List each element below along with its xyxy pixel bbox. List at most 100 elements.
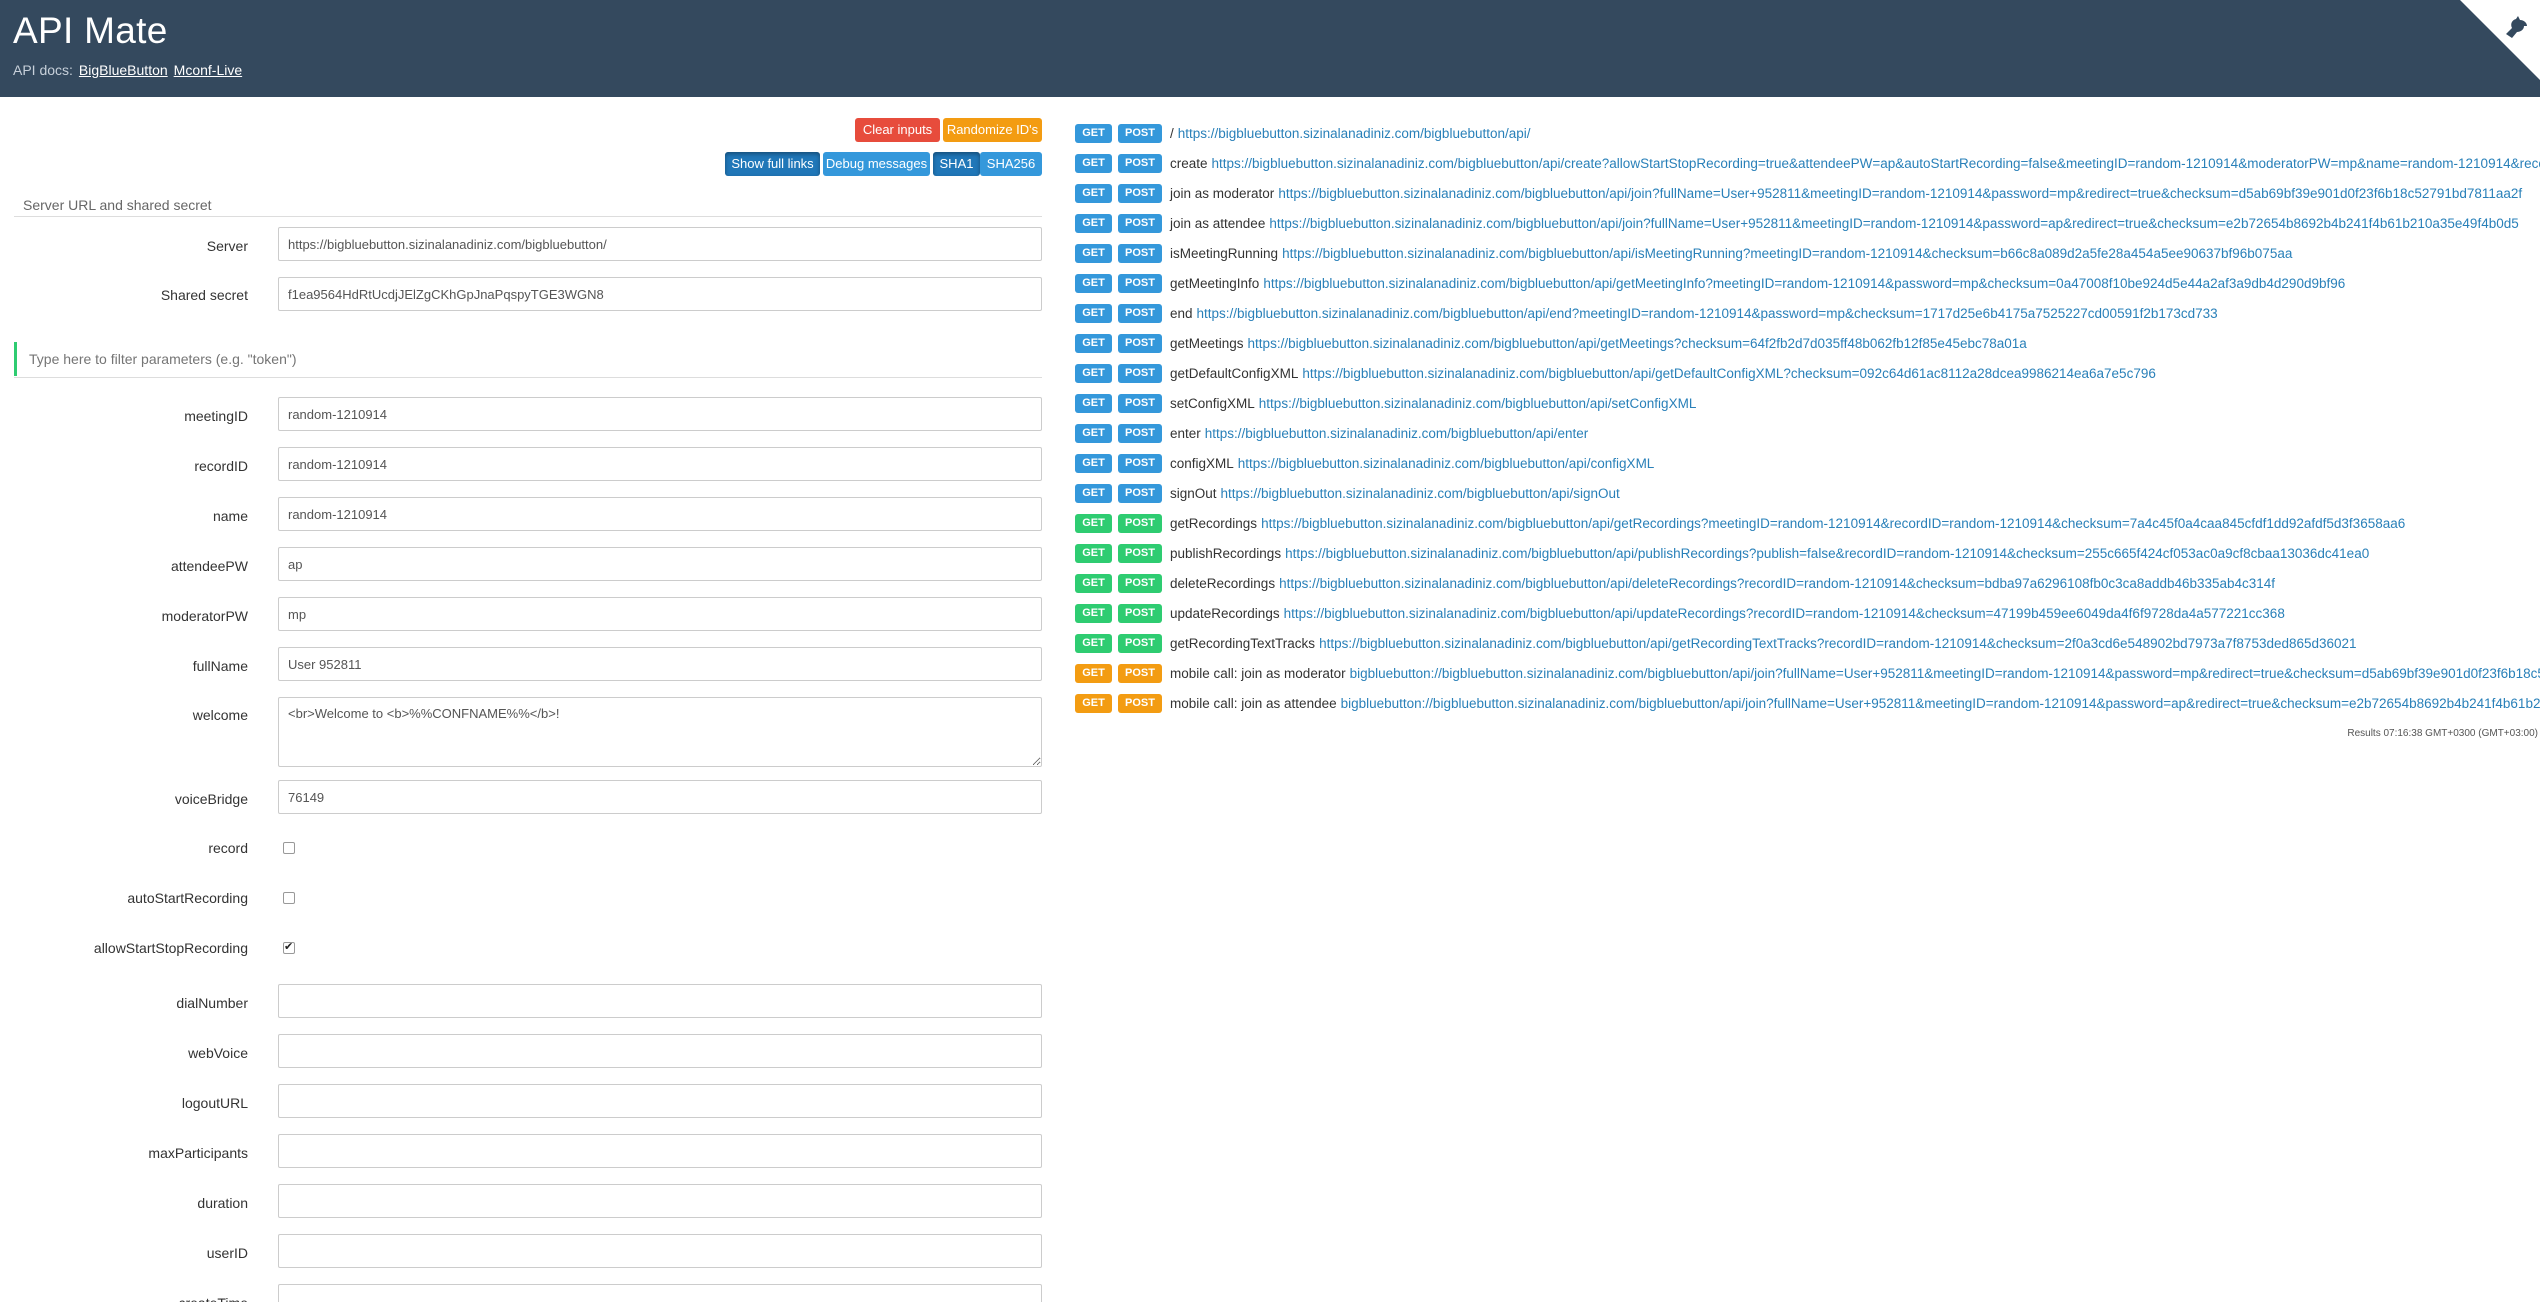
shared-secret-input[interactable] [278,277,1042,311]
api-call-url[interactable]: https://bigbluebutton.sizinalanadiniz.co… [1248,336,2027,351]
sha1-toggle[interactable]: SHA1 [933,152,980,176]
get-tag[interactable]: GET [1075,334,1112,353]
api-call-url[interactable]: https://bigbluebutton.sizinalanadiniz.co… [1259,396,1697,411]
post-tag[interactable]: POST [1118,454,1162,473]
divider [14,377,1042,378]
api-call-url[interactable]: https://bigbluebutton.sizinalanadiniz.co… [1261,516,2405,531]
get-tag[interactable]: GET [1075,454,1112,473]
get-tag[interactable]: GET [1075,514,1112,533]
get-tag[interactable]: GET [1075,304,1112,323]
get-tag[interactable]: GET [1075,394,1112,413]
randomize-ids-button[interactable]: Randomize ID's [943,118,1042,142]
param-attendeePW-input[interactable] [278,547,1042,581]
get-tag[interactable]: GET [1075,124,1112,143]
api-call-name: join as moderator [1170,186,1275,201]
param-userID-input[interactable] [278,1234,1042,1268]
api-call-url[interactable]: https://bigbluebutton.sizinalanadiniz.co… [1284,606,2285,621]
get-tag[interactable]: GET [1075,214,1112,233]
param-meetingID-input[interactable] [278,397,1042,431]
param-label-createTime: createTime [0,1295,248,1302]
post-tag[interactable]: POST [1118,304,1162,323]
get-tag[interactable]: GET [1075,664,1112,683]
show-full-links-button[interactable]: Show full links [725,152,820,176]
post-tag[interactable]: POST [1118,394,1162,413]
post-tag[interactable]: POST [1118,124,1162,143]
server-section-label: Server URL and shared secret [23,197,212,213]
post-tag[interactable]: POST [1118,634,1162,653]
filter-params-input[interactable] [14,342,1042,376]
post-tag[interactable]: POST [1118,664,1162,683]
get-tag[interactable]: GET [1075,604,1112,623]
param-maxParticipants-input[interactable] [278,1134,1042,1168]
api-call-url[interactable]: https://bigbluebutton.sizinalanadiniz.co… [1205,426,1589,441]
api-call-url[interactable]: https://bigbluebutton.sizinalanadiniz.co… [1302,366,2156,381]
post-tag[interactable]: POST [1118,364,1162,383]
post-tag[interactable]: POST [1118,484,1162,503]
post-tag[interactable]: POST [1118,184,1162,203]
post-tag[interactable]: POST [1118,424,1162,443]
param-moderatorPW-input[interactable] [278,597,1042,631]
get-tag[interactable]: GET [1075,634,1112,653]
param-label-voiceBridge: voiceBridge [174,791,248,807]
param-autoStartRecording-checkbox[interactable] [283,892,295,904]
param-dialNumber-input[interactable] [278,984,1042,1018]
api-call-url[interactable]: https://bigbluebutton.sizinalanadiniz.co… [1285,546,2369,561]
api-link-row: GET POST mobile call: join as moderator big… [1075,664,2540,684]
api-call-url[interactable]: https://bigbluebutton.sizinalanadiniz.co… [1279,576,2275,591]
api-call-url[interactable]: bigbluebutton://bigbluebutton.sizinalana… [1341,696,2540,711]
api-call-url[interactable]: https://bigbluebutton.sizinalanadiniz.co… [1282,246,2292,261]
param-recordID-input[interactable] [278,447,1042,481]
post-tag[interactable]: POST [1118,604,1162,623]
bigbluebutton-docs-link[interactable]: BigBlueButton [79,62,168,78]
server-url-input[interactable] [278,227,1042,261]
get-tag[interactable]: GET [1075,364,1112,383]
api-call-url[interactable]: https://bigbluebutton.sizinalanadiniz.co… [1269,216,2518,231]
param-voiceBridge-input[interactable] [278,780,1042,814]
param-duration-input[interactable] [278,1184,1042,1218]
get-tag[interactable]: GET [1075,184,1112,203]
post-tag[interactable]: POST [1118,214,1162,233]
get-tag[interactable]: GET [1075,574,1112,593]
param-webVoice-input[interactable] [278,1034,1042,1068]
param-fullName-input[interactable] [278,647,1042,681]
api-call-url[interactable]: https://bigbluebutton.sizinalanadiniz.co… [1319,636,2357,651]
post-tag[interactable]: POST [1118,514,1162,533]
api-call-name: getDefaultConfigXML [1170,366,1299,381]
get-tag[interactable]: GET [1075,424,1112,443]
api-call-url[interactable]: https://bigbluebutton.sizinalanadiniz.co… [1197,306,2218,321]
api-call-url[interactable]: https://bigbluebutton.sizinalanadiniz.co… [1178,126,1531,141]
get-tag[interactable]: GET [1075,544,1112,563]
param-logoutURL-input[interactable] [278,1084,1042,1118]
mconf-live-docs-link[interactable]: Mconf-Live [174,62,242,78]
sha256-toggle[interactable]: SHA256 [980,152,1042,176]
param-allowStartStopRecording-checkbox[interactable] [283,940,295,954]
get-tag[interactable]: GET [1075,484,1112,503]
api-call-url[interactable]: https://bigbluebutton.sizinalanadiniz.co… [1238,456,1655,471]
api-link-row: GET POST mobile call: join as attendee bigb… [1075,694,2540,714]
post-tag[interactable]: POST [1118,574,1162,593]
debug-messages-button[interactable]: Debug messages [823,152,930,176]
param-welcome-textarea[interactable] [278,697,1042,767]
get-tag[interactable]: GET [1075,274,1112,293]
param-record-checkbox[interactable] [283,842,295,854]
clear-inputs-button[interactable]: Clear inputs [855,118,940,142]
post-tag[interactable]: POST [1118,544,1162,563]
param-label-meetingID: meetingID [184,408,248,424]
api-call-url[interactable]: bigbluebutton://bigbluebutton.sizinalana… [1350,666,2540,681]
api-link-row: GET POST getRecordingTextTracks https://big… [1075,634,2357,654]
get-tag[interactable]: GET [1075,244,1112,263]
get-tag[interactable]: GET [1075,694,1112,713]
post-tag[interactable]: POST [1118,244,1162,263]
api-call-url[interactable]: https://bigbluebutton.sizinalanadiniz.co… [1212,156,2540,171]
api-call-url[interactable]: https://bigbluebutton.sizinalanadiniz.co… [1278,186,2522,201]
param-name-input[interactable] [278,497,1042,531]
fork-ribbon[interactable] [2460,0,2540,80]
param-createTime-input[interactable] [278,1284,1042,1302]
api-call-url[interactable]: https://bigbluebutton.sizinalanadiniz.co… [1221,486,1620,501]
post-tag[interactable]: POST [1118,694,1162,713]
get-tag[interactable]: GET [1075,154,1112,173]
post-tag[interactable]: POST [1118,334,1162,353]
post-tag[interactable]: POST [1118,274,1162,293]
api-call-url[interactable]: https://bigbluebutton.sizinalanadiniz.co… [1263,276,2345,291]
post-tag[interactable]: POST [1118,154,1162,173]
